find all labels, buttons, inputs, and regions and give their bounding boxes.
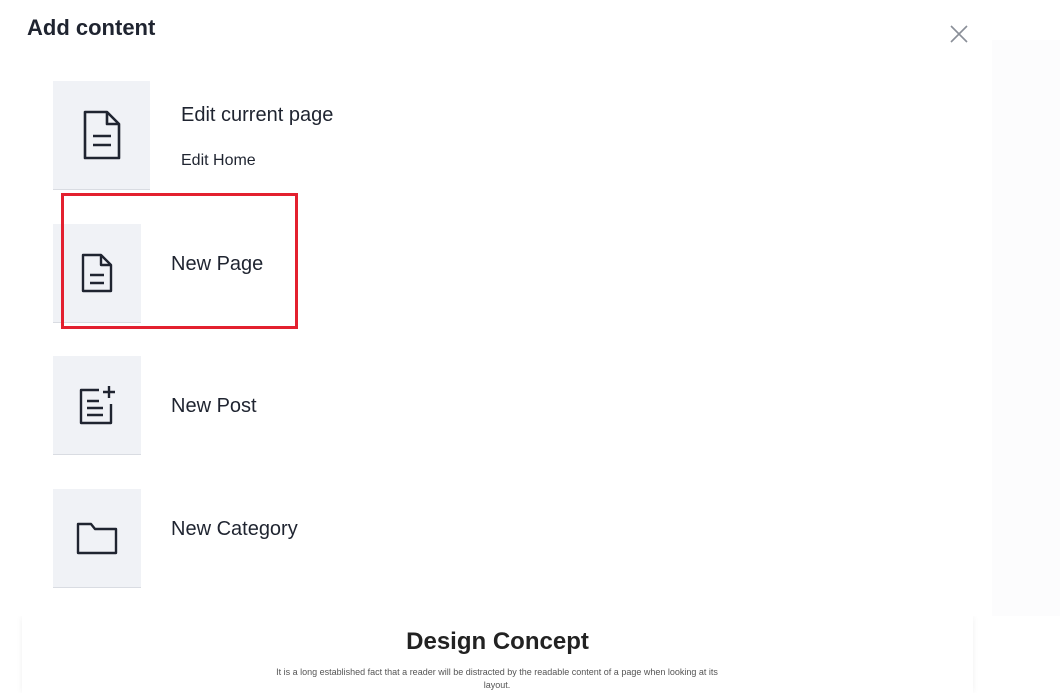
option-sublabel: Edit Home xyxy=(181,152,256,169)
background-site-preview: Design Concept It is a long established … xyxy=(22,616,973,693)
panel-title: Add content xyxy=(27,15,156,40)
option-label: New Post xyxy=(171,395,257,417)
option-tile xyxy=(53,224,141,323)
background-strip xyxy=(992,40,1060,616)
option-edit-current-page[interactable]: Edit current page Edit Home xyxy=(53,81,373,191)
option-new-page[interactable]: New Page xyxy=(53,224,293,324)
page: Design Concept It is a long established … xyxy=(0,0,1060,693)
site-paragraph: It is a long established fact that a rea… xyxy=(276,667,718,690)
option-label: Edit current page xyxy=(181,104,334,126)
option-tile xyxy=(53,356,141,455)
close-icon xyxy=(950,25,968,43)
option-tile xyxy=(53,81,150,190)
option-new-post[interactable]: New Post xyxy=(53,356,293,456)
site-heading: Design Concept xyxy=(406,628,589,655)
document-plus-icon xyxy=(79,386,115,425)
option-label: New Category xyxy=(171,518,298,540)
add-content-panel: Add content Edit current page Edit Home xyxy=(0,0,992,616)
folder-icon xyxy=(76,522,118,555)
option-tile xyxy=(53,489,141,588)
document-icon xyxy=(81,253,113,293)
close-button[interactable] xyxy=(946,21,972,47)
option-new-category[interactable]: New Category xyxy=(53,489,333,589)
document-icon xyxy=(83,110,120,160)
option-label: New Page xyxy=(171,253,264,275)
